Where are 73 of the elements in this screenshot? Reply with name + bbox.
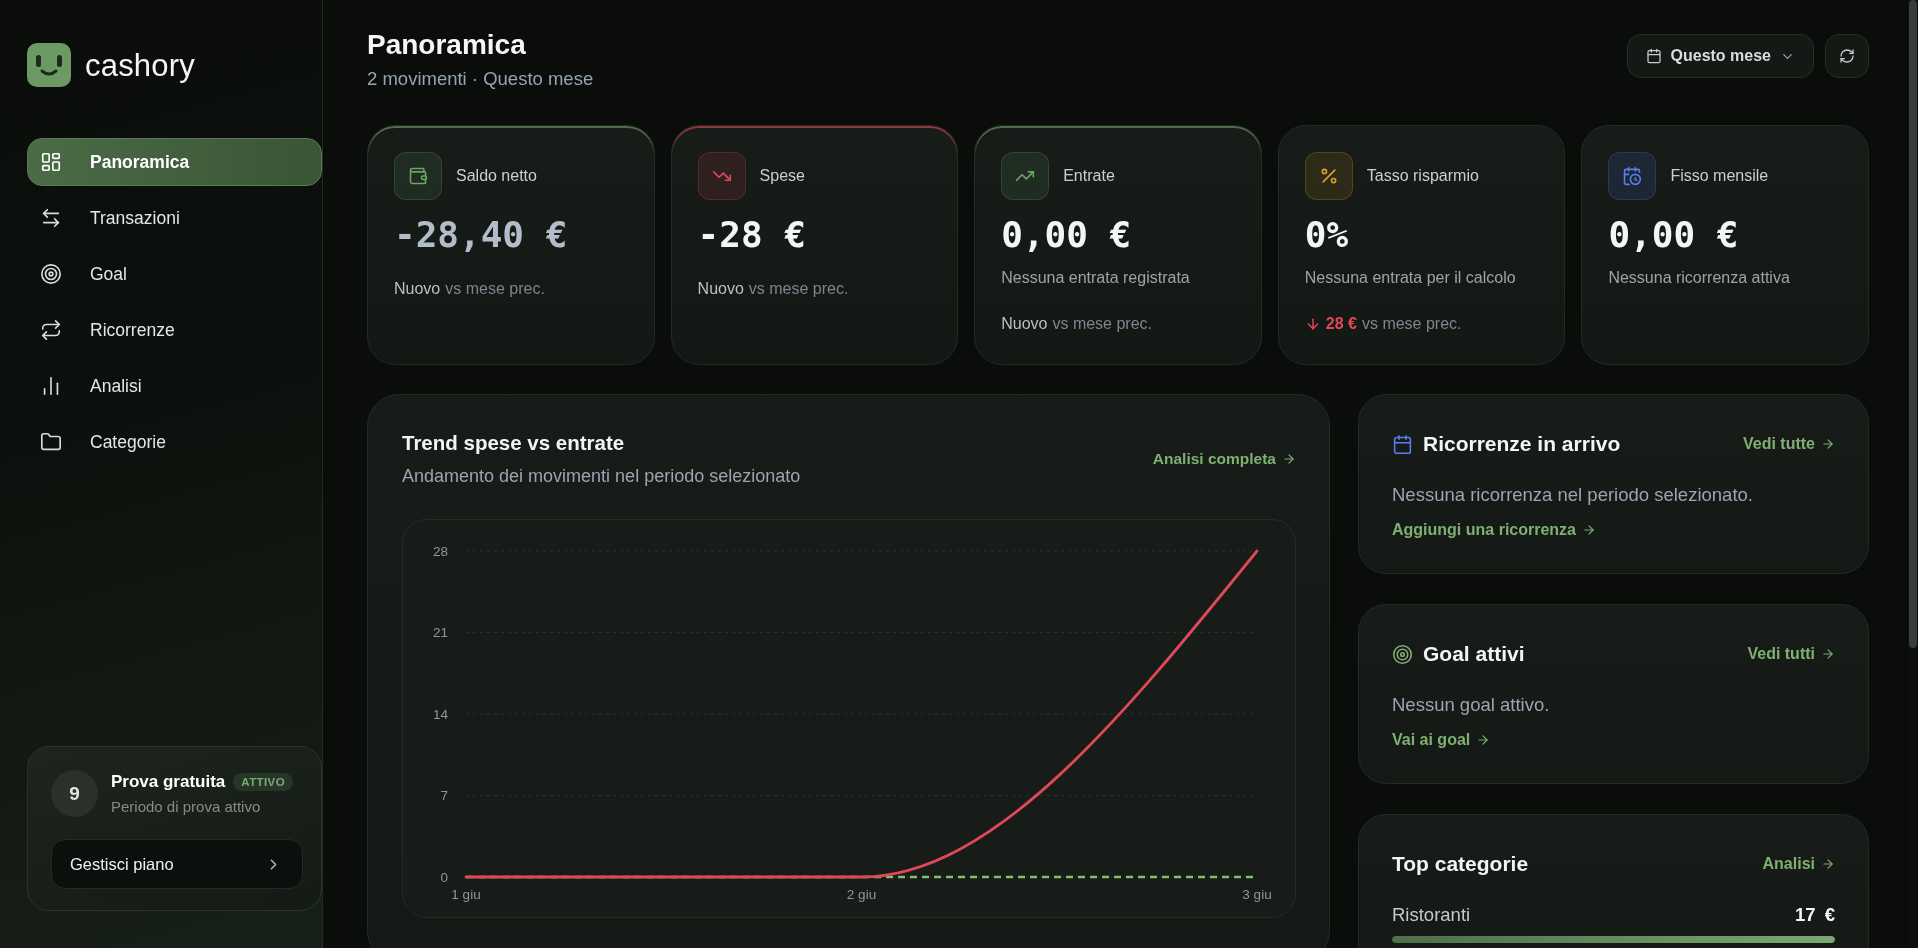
nav-item[interactable]: Analisi bbox=[27, 362, 322, 410]
chart-title: Trend spese vs entrate bbox=[402, 431, 625, 455]
category-name: Ristoranti bbox=[1392, 904, 1471, 926]
card-title: Top categorie bbox=[1392, 852, 1529, 876]
stat-note: Nessuna ricorrenza attiva bbox=[1608, 268, 1790, 288]
comparison-label: vs mese prec. bbox=[1052, 314, 1153, 334]
nav-item[interactable]: Ricorrenze bbox=[27, 306, 322, 354]
period-dropdown[interactable]: Questo mese bbox=[1626, 34, 1814, 78]
card-title: Goal attivi bbox=[1423, 642, 1525, 666]
empty-message: Nessuna ricorrenza nel periodo selezionato. bbox=[1392, 483, 1753, 507]
stat-value: -28,40 € bbox=[394, 213, 568, 257]
y-axis-label: 14 bbox=[432, 706, 448, 722]
refresh-button[interactable] bbox=[1825, 34, 1869, 78]
stat-label: Spese bbox=[759, 167, 805, 185]
x-axis-label: 3 giu bbox=[1242, 887, 1272, 902]
change-value: Nuovo bbox=[697, 279, 744, 299]
folder-icon bbox=[40, 431, 62, 453]
target-icon bbox=[1392, 643, 1413, 665]
logo-icon bbox=[27, 43, 71, 87]
chart-subtitle: Andamento dei movimenti nel periodo selezionato bbox=[402, 465, 801, 487]
comparison-label: vs mese prec. bbox=[748, 279, 849, 299]
calendar-icon bbox=[1392, 433, 1413, 455]
manage-plan-button[interactable]: Gestisci piano bbox=[51, 839, 303, 889]
trial-subtitle: Periodo di prova attivo bbox=[111, 798, 261, 815]
stat-note: Nessuna entrata per il calcolo bbox=[1304, 268, 1516, 288]
logo-text: cashory bbox=[85, 49, 195, 81]
comparison-label: vs mese prec. bbox=[445, 279, 545, 299]
empty-message: Nessun goal attivo. bbox=[1392, 693, 1550, 717]
refresh-icon bbox=[1839, 48, 1855, 64]
trial-title: Prova gratuita bbox=[111, 772, 226, 792]
stat-value: -28 € bbox=[697, 213, 806, 257]
nav-item[interactable]: Categorie bbox=[27, 418, 322, 466]
nav-item[interactable]: Goal bbox=[27, 250, 322, 298]
x-axis-label: 1 giu bbox=[451, 887, 481, 902]
category-amount: 17 € bbox=[1795, 904, 1835, 926]
stat-value: 0,00 € bbox=[1001, 213, 1132, 257]
page-subtitle: 2 movimenti · Questo mese bbox=[367, 68, 594, 90]
calendar-icon bbox=[1645, 48, 1662, 64]
stat-label: Entrate bbox=[1063, 167, 1115, 185]
x-axis-label: 2 giu bbox=[846, 887, 877, 902]
view-all-link[interactable]: Analisi bbox=[1762, 854, 1835, 874]
arrow-right-icon bbox=[1582, 523, 1596, 537]
action-link[interactable]: Aggiungi una ricorrenza bbox=[1392, 520, 1596, 540]
view-all-link[interactable]: Vedi tutti bbox=[1747, 644, 1835, 664]
nav-item[interactable]: Panoramica bbox=[27, 138, 322, 186]
y-axis-label: 7 bbox=[440, 788, 448, 803]
left-right-arrows-icon bbox=[40, 207, 62, 229]
y-axis-label: 0 bbox=[440, 869, 448, 885]
comparison-label: vs mese prec. bbox=[1361, 314, 1462, 334]
view-all-link[interactable]: Vedi tutte bbox=[1743, 434, 1835, 454]
stat-value: 0% bbox=[1304, 213, 1349, 257]
stat-note: Nessuna entrata registrata bbox=[1001, 268, 1190, 288]
full-analysis-link[interactable]: Analisi completa bbox=[1152, 449, 1296, 469]
dashboard-icon bbox=[40, 151, 62, 173]
stat-label: Tasso risparmio bbox=[1366, 167, 1479, 185]
stat-value: 0,00 € bbox=[1608, 213, 1739, 257]
nav-item[interactable]: Transazioni bbox=[27, 194, 322, 242]
change-value: Nuovo bbox=[394, 279, 441, 299]
stat-label: Fisso mensile bbox=[1670, 167, 1769, 185]
status-tag: ATTIVO bbox=[233, 773, 294, 791]
scrollbar-thumb[interactable] bbox=[1909, 0, 1917, 648]
repeat-icon bbox=[40, 319, 62, 341]
arrow-right-icon bbox=[1476, 733, 1491, 747]
card-title: Ricorrenze in arrivo bbox=[1423, 432, 1621, 456]
change-value: 28 € bbox=[1325, 314, 1357, 334]
days-counter: 9 bbox=[51, 770, 98, 817]
y-axis-label: 21 bbox=[432, 625, 448, 640]
change-value: Nuovo bbox=[1001, 314, 1048, 334]
page-title: Panoramica bbox=[367, 28, 526, 62]
y-axis-label: 28 bbox=[432, 543, 448, 559]
target-icon bbox=[40, 263, 62, 285]
stat-label: Saldo netto bbox=[456, 167, 537, 185]
action-link[interactable]: Vai ai goal bbox=[1392, 730, 1491, 750]
